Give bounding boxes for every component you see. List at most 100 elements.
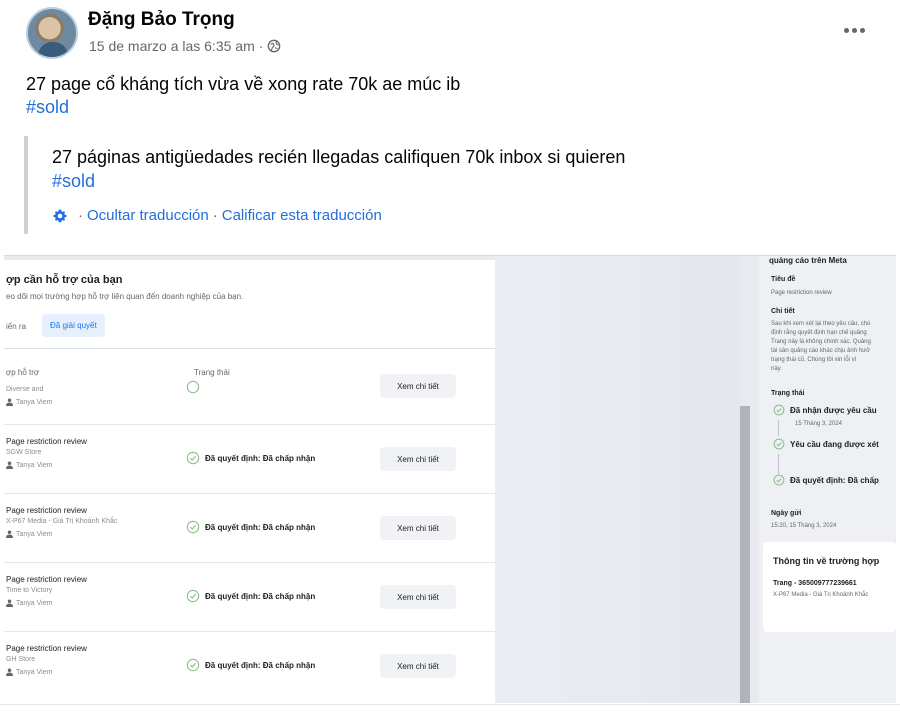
details-heading: quảng cáo trên Meta [769,256,847,265]
step-label: Đã nhận được yêu cầu [790,405,877,415]
post-hashtag[interactable]: #sold [26,97,69,118]
row-page: X-P67 Media - Giá Trị Khoảnh Khắc [6,518,118,525]
check-circle-icon [773,474,785,486]
row-owner-name: Tanya Viem [16,668,53,676]
scrollbar [740,406,750,703]
view-details-button: Xem chi tiết [380,374,456,398]
table-row: Page restriction review Time to Victory … [4,562,495,630]
check-circle-icon [773,438,785,450]
tab-in-progress: iến ra [6,322,27,331]
row-owner: Tanya Viem [6,461,52,469]
divider [0,704,900,705]
row-page: GH Store [6,656,36,663]
row-status: Đã quyết định: Đã chấp nhận [186,589,315,603]
person-icon [6,398,13,406]
author-name[interactable]: Đặng Bảo Trọng [88,9,235,31]
status-step: Đã nhận được yêu cầu [773,404,877,416]
view-details-button: Xem chi tiết [380,585,456,609]
step-label: Yêu cầu đang được xét [790,439,879,449]
translation-hashtag[interactable]: #sold [52,171,95,192]
post-meta: 15 de marzo a las 6:35 am · [89,38,281,54]
post-text: 27 page cổ kháng tích vừa về xong rate 7… [26,74,461,94]
post-image[interactable]: ợp cần hỗ trợ của bạn eo dõi mọi trường … [4,255,896,703]
row-title: Page restriction review [6,437,87,446]
check-circle-icon [186,380,200,394]
case-page-name: X-P67 Media - Giá Trị Khoảnh Khắc [773,592,869,598]
panel-subtitle: eo dõi mọi trường hợp hỗ trợ liên quan đ… [6,292,244,301]
row-status: Đã quyết định: Đã chấp nhận [186,658,315,672]
detail-line: định rằng quyết định hạn chế quảng [771,330,867,336]
row-status-text: Đã quyết định: Đã chấp nhận [205,591,316,601]
row-title: Page restriction review [6,506,87,515]
view-details-button: Xem chi tiết [380,516,456,540]
case-page-id: Trang - 365009777239661 [773,580,857,587]
person-icon [6,530,13,538]
row-owner: Tanya Viem [6,599,52,607]
check-circle-icon [186,589,200,603]
row-status-text: Đã quyết định: Đã chấp nhận [205,660,316,670]
table-row: Page restriction review X-P67 Media - Gi… [4,493,495,561]
table-row: Page restriction review GH Store Tanya V… [4,631,495,699]
status-step: Đã quyết định: Đã chấp [773,474,879,486]
post-header: Đặng Bảo Trọng 15 de marzo a las 6:35 am… [0,0,900,62]
status-step: Yêu cầu đang được xét [773,438,879,450]
translation-box: 27 páginas antigüedades recién llegadas … [24,136,882,234]
case-info-card: Thông tin về trường hợp Trang - 36500977… [763,542,896,632]
row-page: Diverse and [6,386,44,393]
person-icon [6,668,13,676]
globe-icon[interactable] [267,39,281,53]
detail-line: Trang này là không chính xác. Quảng [771,339,871,345]
rate-translation-link[interactable]: Calificar esta traducción [222,207,382,224]
divider [4,348,495,349]
gear-icon[interactable] [52,208,68,224]
person-icon [6,461,13,469]
hide-translation-link[interactable]: Ocultar traducción [87,207,209,224]
row-owner: Tanya Viem [6,398,52,406]
meta-separator: · [258,38,264,54]
row-status [186,380,205,394]
row-owner: Tanya Viem [6,530,52,538]
translation-text: 27 páginas antigüedades recién llegadas … [52,147,626,167]
check-circle-icon [186,658,200,672]
row-status-text: Đã quyết định: Đã chấp nhận [205,522,316,532]
case-details-panel: quảng cáo trên Meta Tiêu đề Page restric… [759,256,896,703]
detail-line: Sau khi xem xét lại theo yêu cầu, chú [771,321,871,327]
panel-title: ợp cần hỗ trợ của bạn [6,274,123,286]
step-connector [778,454,779,474]
overlay-backdrop [495,256,740,703]
subject-label: Tiêu đề [771,276,796,283]
row-owner-name: Tanya Viem [16,599,53,607]
person-icon [6,599,13,607]
status-label: Trạng thái [771,390,805,397]
check-circle-icon [186,520,200,534]
row-owner-name: Tanya Viem [16,530,53,538]
detail-line: này. [771,366,782,372]
row-owner: Tanya Viem [6,668,52,676]
row-owner-name: Tanya Viem [16,461,53,469]
table-row: Diverse and Tanya Viem Xem chi tiết [4,372,495,420]
tab-resolved: Đã giải quyết [42,314,105,337]
row-status: Đã quyết định: Đã chấp nhận [186,520,315,534]
support-cases-panel: ợp cần hỗ trợ của bạn eo dõi mọi trường … [4,260,495,703]
row-status-text: Đã quyết định: Đã chấp nhận [205,453,316,463]
step-connector [778,420,779,436]
sent-date-label: Ngày gửi [771,510,802,517]
more-options-icon[interactable] [842,20,866,40]
row-page: Time to Victory [6,587,53,594]
check-circle-icon [773,404,785,416]
actions-separator: · [78,207,83,224]
post-timestamp[interactable]: 15 de marzo a las 6:35 am [89,38,255,54]
sent-date-value: 15:20, 15 Tháng 3, 2024 [771,523,837,529]
case-info-title: Thông tin về trường hợp [773,556,880,566]
detail-line: tài sản quảng cáo khác chịu ảnh hưở [771,348,871,354]
row-title: Page restriction review [6,644,87,653]
row-owner-name: Tanya Viem [16,398,53,406]
actions-separator: · [212,207,218,224]
row-title: Page restriction review [6,575,87,584]
view-details-button: Xem chi tiết [380,447,456,471]
check-circle-icon [186,451,200,465]
subject-value: Page restriction review [771,290,832,296]
translation-actions: · Ocultar traducción · Calificar esta tr… [52,207,382,224]
author-avatar[interactable] [26,7,78,59]
detail-label: Chi tiết [771,308,795,315]
